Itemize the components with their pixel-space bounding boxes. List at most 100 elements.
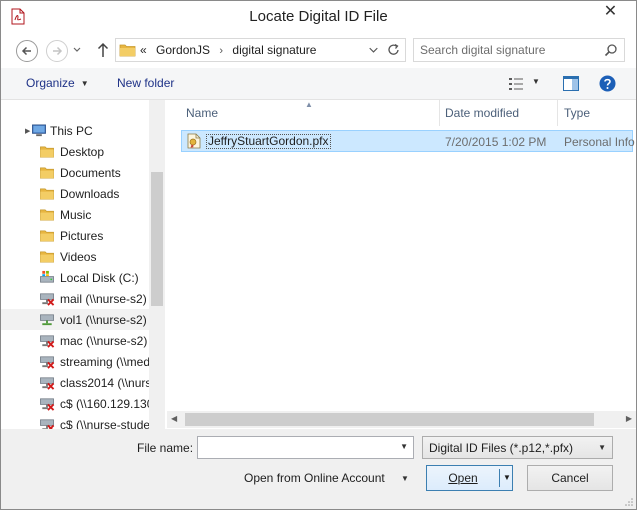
file-name-combobox[interactable]: ▼	[197, 436, 414, 459]
new-folder-button[interactable]: New folder	[117, 76, 174, 90]
nav-item-mail-nurse-s2[interactable]: mail (\\nurse-s2)	[1, 288, 149, 309]
nav-item-vol1-nurse-s2[interactable]: vol1 (\\nurse-s2)	[1, 309, 149, 330]
command-bar: Organize ▼ New folder ▼	[1, 68, 636, 100]
folder-icon	[40, 251, 54, 263]
sort-ascending-icon: ▲	[305, 100, 313, 109]
breadcrumb: « GordonJS › digital signature	[140, 43, 316, 57]
nav-item-streaming-med[interactable]: streaming (\\med	[1, 351, 149, 372]
address-dropdown-icon[interactable]	[363, 39, 383, 61]
nav-item-c-nurse-stude[interactable]: c$ (\\nurse-stude	[1, 414, 149, 429]
file-row[interactable]: JeffryStuartGordon.pfx 7/20/2015 1:02 PM…	[181, 130, 635, 152]
organize-label: Organize	[26, 76, 75, 90]
nav-item-label: Documents	[60, 166, 121, 180]
organize-button[interactable]: Organize ▼	[26, 76, 89, 90]
forward-button[interactable]	[46, 40, 68, 62]
column-divider[interactable]	[557, 100, 558, 126]
nav-item-label: Music	[60, 208, 92, 222]
nav-item-label: vol1 (\\nurse-s2)	[60, 313, 147, 327]
refresh-icon[interactable]	[384, 41, 404, 59]
nav-item-desktop[interactable]: Desktop	[1, 141, 149, 162]
nav-item-downloads[interactable]: Downloads	[1, 183, 149, 204]
nav-item-label: Desktop	[60, 145, 105, 159]
chevron-down-icon[interactable]: ▼	[401, 474, 409, 483]
view-options-chevron-icon[interactable]: ▼	[532, 77, 540, 86]
navigation-scrollbar-thumb[interactable]	[151, 172, 163, 306]
breadcrumb-overflow[interactable]: «	[140, 43, 147, 57]
dialog-footer: File name: ▼ Digital ID Files (*.p12,*.p…	[1, 429, 636, 509]
search-icon[interactable]	[604, 43, 618, 57]
file-list-horizontal-scrollbar[interactable]: ◀ ▶	[167, 411, 636, 428]
view-options-icon[interactable]	[508, 77, 524, 91]
disconnected-drive-icon	[40, 356, 55, 369]
column-header-name[interactable]: Name	[186, 106, 218, 120]
file-name[interactable]: JeffryStuartGordon.pfx	[206, 134, 331, 149]
disconnected-drive-icon	[40, 398, 55, 411]
nav-item-videos[interactable]: Videos	[1, 246, 149, 267]
scroll-right-icon[interactable]: ▶	[626, 414, 632, 423]
open-from-online-account-button[interactable]: Open from Online Account	[244, 471, 385, 485]
navigation-scrollbar[interactable]	[149, 100, 165, 429]
folder-icon	[40, 188, 54, 200]
chevron-down-icon[interactable]: ▼	[400, 442, 408, 451]
folder-icon	[40, 167, 54, 179]
nav-item-label: class2014 (\\nurs	[60, 376, 149, 390]
file-list[interactable]: ▲ Name Date modified Type JeffryStuartGo…	[167, 100, 636, 429]
forward-arrow-icon	[53, 46, 63, 56]
network-drive-icon	[40, 314, 54, 326]
chevron-down-icon: ▼	[598, 443, 606, 452]
search-box[interactable]	[413, 38, 625, 62]
back-button[interactable]	[16, 40, 38, 62]
file-type-filter-select[interactable]: Digital ID Files (*.p12,*.pfx) ▼	[422, 436, 613, 459]
nav-item-documents[interactable]: Documents	[1, 162, 149, 183]
close-button[interactable]: ✕	[594, 2, 627, 23]
horizontal-scrollbar-thumb[interactable]	[185, 413, 594, 426]
file-name-label: File name:	[137, 441, 194, 455]
disconnected-drive-icon	[40, 377, 55, 390]
title-bar: Locate Digital ID File ✕	[1, 1, 636, 32]
file-type-filter-value: Digital ID Files (*.p12,*.pfx)	[429, 441, 574, 455]
resize-grip-icon[interactable]	[624, 497, 634, 507]
open-button-label[interactable]: Open	[427, 471, 499, 485]
nav-item-c-160-129-130[interactable]: c$ (\\160.129.130	[1, 393, 149, 414]
nav-item-local-disk-c[interactable]: Local Disk (C:)	[1, 267, 149, 288]
open-button[interactable]: Open ▼	[426, 465, 513, 491]
scroll-left-icon[interactable]: ◀	[171, 414, 177, 423]
nav-item-label: Downloads	[60, 187, 120, 201]
breadcrumb-gordonjs[interactable]: GordonJS	[156, 43, 210, 57]
cancel-button[interactable]: Cancel	[527, 465, 613, 491]
nav-item-mac-nurse-s2[interactable]: mac (\\nurse-s2)	[1, 330, 149, 351]
column-headers: ▲ Name Date modified Type	[167, 100, 636, 126]
nav-item-label: Local Disk (C:)	[60, 271, 139, 285]
nav-item-pictures[interactable]: Pictures	[1, 225, 149, 246]
disconnected-drive-icon	[40, 419, 55, 429]
open-options-chevron-icon[interactable]: ▼	[503, 473, 511, 482]
preview-pane-icon[interactable]	[563, 76, 579, 91]
nav-item-class2014-nurs[interactable]: class2014 (\\nurs	[1, 372, 149, 393]
nav-item-label: streaming (\\med	[60, 355, 149, 369]
up-arrow-icon[interactable]	[96, 42, 110, 58]
column-header-type[interactable]: Type	[564, 106, 590, 120]
navigation-pane[interactable]: ▶ This PC Desktop Documents Downloads Music P…	[1, 100, 165, 429]
nav-item-label: c$ (\\nurse-stude	[60, 418, 149, 429]
search-input[interactable]	[420, 42, 600, 58]
folder-icon	[40, 146, 54, 158]
folder-icon	[40, 209, 54, 221]
help-icon[interactable]	[599, 75, 616, 92]
back-arrow-icon	[21, 46, 31, 56]
nav-item-label: mail (\\nurse-s2)	[60, 292, 147, 306]
certificate-file-icon	[187, 133, 201, 149]
address-bar[interactable]: « GordonJS › digital signature	[115, 38, 406, 62]
breadcrumb-digital-signature[interactable]: digital signature	[232, 43, 316, 57]
column-divider[interactable]	[439, 100, 440, 126]
recent-locations-chevron-icon[interactable]	[72, 44, 82, 56]
content-area: ▶ This PC Desktop Documents Downloads Music P…	[1, 100, 636, 429]
file-name-input[interactable]	[202, 440, 392, 455]
file-date-modified: 7/20/2015 1:02 PM	[445, 135, 547, 149]
nav-item-this-pc[interactable]: This PC	[1, 120, 149, 141]
breadcrumb-separator[interactable]: ›	[219, 45, 223, 57]
nav-item-label: Pictures	[60, 229, 104, 243]
column-header-date-modified[interactable]: Date modified	[445, 106, 519, 120]
nav-item-label: c$ (\\160.129.130	[60, 397, 149, 411]
nav-item-music[interactable]: Music	[1, 204, 149, 225]
computer-icon	[32, 124, 46, 137]
